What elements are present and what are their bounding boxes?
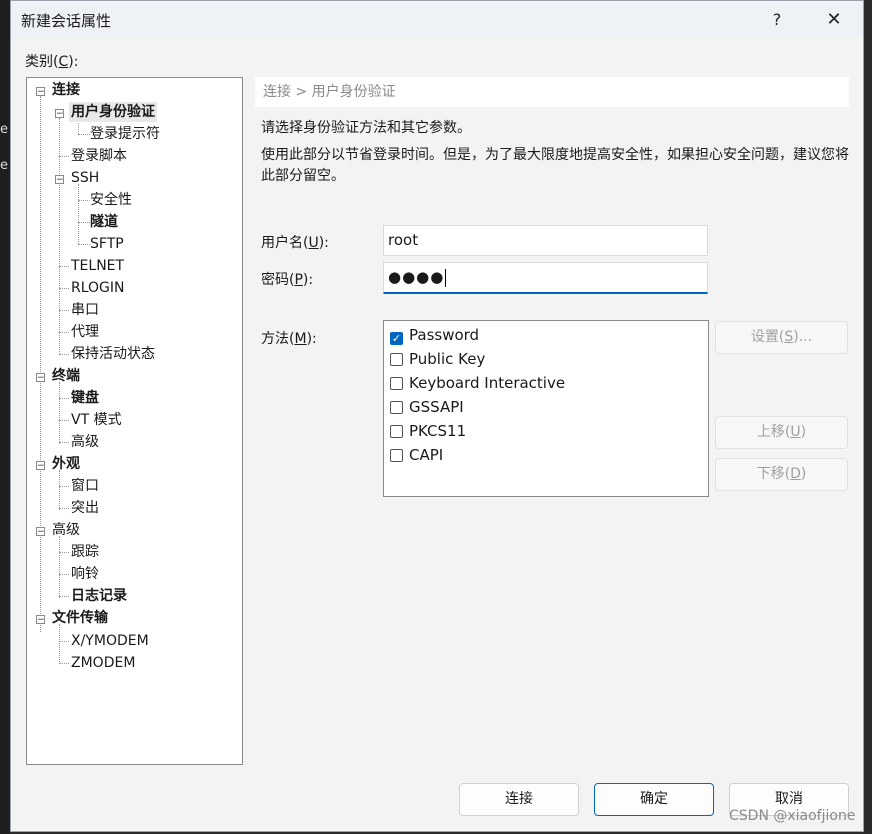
tree-item-keepalive[interactable]: 保持活动状态 xyxy=(71,344,155,364)
tree-item-window[interactable]: 窗口 xyxy=(71,476,99,496)
tree-line xyxy=(59,118,60,354)
tree-item-advanced[interactable]: 高级 xyxy=(52,520,80,540)
tree-line xyxy=(40,96,41,632)
tree-line xyxy=(59,470,60,510)
tree-line xyxy=(78,184,79,244)
tree-item-file-transfer[interactable]: 文件传输 xyxy=(52,608,108,628)
tree-item-login-prompt[interactable]: 登录提示符 xyxy=(90,124,160,144)
tree-line xyxy=(78,222,90,223)
tree-line xyxy=(59,442,69,443)
tree-item-appearance[interactable]: 外观 xyxy=(52,454,80,474)
method-item-pkcs11[interactable]: PKCS11 xyxy=(390,420,466,442)
tree-item-sftp[interactable]: SFTP xyxy=(90,234,124,254)
tree-line xyxy=(59,624,60,664)
ok-button[interactable]: 确定 xyxy=(594,783,714,816)
tree-item-ssh[interactable]: SSH xyxy=(71,168,99,188)
tree-line xyxy=(59,663,69,664)
window-title: 新建会话属性 xyxy=(21,12,112,30)
tree-item-bell[interactable]: 响铃 xyxy=(71,564,99,584)
collapse-icon[interactable]: − xyxy=(55,109,64,119)
tree-line xyxy=(59,288,69,289)
checkbox-icon[interactable] xyxy=(390,425,403,438)
tree-line xyxy=(59,552,69,553)
tree-line xyxy=(59,332,69,333)
text-caret xyxy=(445,268,447,287)
tree-line xyxy=(59,486,69,487)
category-label: 类别(C): xyxy=(25,54,79,70)
username-field[interactable]: root xyxy=(383,225,708,256)
title-bar: 新建会话属性 ? ✕ xyxy=(11,1,863,37)
tree-item-terminal[interactable]: 终端 xyxy=(52,366,80,386)
tree-line xyxy=(59,310,69,311)
checkbox-icon[interactable] xyxy=(390,449,403,462)
password-label: 密码(P): xyxy=(261,272,314,288)
tree-item-rlogin[interactable]: RLOGIN xyxy=(71,278,125,298)
tree-line xyxy=(59,508,69,509)
username-label: 用户名(U): xyxy=(261,235,329,251)
close-button[interactable]: ✕ xyxy=(814,7,854,33)
tree-item-logging[interactable]: 日志记录 xyxy=(71,586,127,606)
method-item-keyboard-interactive[interactable]: Keyboard Interactive xyxy=(390,372,565,394)
description-line-1: 请选择身份验证方法和其它参数。 xyxy=(261,120,471,136)
tree-item-trace[interactable]: 跟踪 xyxy=(71,542,99,562)
tree-line xyxy=(59,641,69,642)
checkbox-icon[interactable] xyxy=(390,353,403,366)
checkbox-checked-icon[interactable]: ✓ xyxy=(390,332,403,345)
method-item-gssapi[interactable]: GSSAPI xyxy=(390,396,464,418)
password-field[interactable]: ●●●● xyxy=(383,262,708,294)
tree-line xyxy=(59,574,69,575)
tree-item-login-script[interactable]: 登录脚本 xyxy=(71,146,127,166)
tree-item-user-auth[interactable]: 用户身份验证 xyxy=(69,102,157,122)
help-button[interactable]: ? xyxy=(757,7,797,33)
tree-line xyxy=(59,156,69,157)
auth-method-list[interactable]: ✓ Password Public Key Keyboard Interactiv… xyxy=(383,320,709,497)
tree-item-zmodem[interactable]: ZMODEM xyxy=(71,653,135,673)
tree-item-proxy[interactable]: 代理 xyxy=(71,322,99,342)
tree-item-highlight[interactable]: 突出 xyxy=(71,498,99,518)
collapse-icon[interactable]: − xyxy=(36,461,45,471)
tree-item-connection[interactable]: 连接 xyxy=(52,80,80,100)
background-text: e xyxy=(0,158,8,173)
tree-line xyxy=(78,200,90,201)
collapse-icon[interactable]: − xyxy=(36,615,45,625)
tree-line xyxy=(59,354,69,355)
description-line-2: 使用此部分以节省登录时间。但是，为了最大限度地提高安全性，如果担心安全问题，建议… xyxy=(261,147,849,184)
method-item-public-key[interactable]: Public Key xyxy=(390,348,485,370)
tree-item-serial[interactable]: 串口 xyxy=(71,300,99,320)
method-item-capi[interactable]: CAPI xyxy=(390,444,443,466)
collapse-icon[interactable]: − xyxy=(55,175,64,185)
checkbox-icon[interactable] xyxy=(390,401,403,414)
settings-button[interactable]: 设置(S)... xyxy=(715,321,848,354)
tree-item-security[interactable]: 安全性 xyxy=(90,190,132,210)
tree-line xyxy=(59,266,69,267)
session-properties-dialog: 新建会话属性 ? ✕ 类别(C): − 连接 − 用户身份验证 登录提示符 登录… xyxy=(10,0,864,832)
connect-button[interactable]: 连接 xyxy=(459,783,579,816)
tree-item-keyboard[interactable]: 键盘 xyxy=(71,388,99,408)
tree-item-terminal-advanced[interactable]: 高级 xyxy=(71,432,99,452)
tree-line xyxy=(59,536,60,598)
tree-item-telnet[interactable]: TELNET xyxy=(71,256,124,276)
tree-line xyxy=(59,420,69,421)
checkbox-icon[interactable] xyxy=(390,377,403,390)
tree-item-xymodem[interactable]: X/YMODEM xyxy=(71,631,149,651)
collapse-icon[interactable]: − xyxy=(36,87,45,97)
tree-line xyxy=(59,596,69,597)
method-item-password[interactable]: ✓ Password xyxy=(390,324,479,346)
tree-line xyxy=(59,398,69,399)
background-window-strip: e e xyxy=(0,0,10,834)
breadcrumb: 连接 > 用户身份验证 xyxy=(255,77,849,107)
tree-item-vt-mode[interactable]: VT 模式 xyxy=(71,410,122,430)
move-up-button[interactable]: 上移(U) xyxy=(715,416,848,449)
method-label: 方法(M): xyxy=(261,331,317,347)
tree-line xyxy=(78,244,90,245)
move-down-button[interactable]: 下移(D) xyxy=(715,458,848,491)
tree-line xyxy=(78,134,90,135)
watermark: CSDN @xiaofjione xyxy=(729,808,856,824)
tree-item-tunnel[interactable]: 隧道 xyxy=(90,212,118,232)
background-text: e xyxy=(0,122,8,137)
collapse-icon[interactable]: − xyxy=(36,527,45,537)
collapse-icon[interactable]: − xyxy=(36,373,45,383)
tree-line xyxy=(59,382,60,444)
category-tree[interactable]: − 连接 − 用户身份验证 登录提示符 登录脚本 − SSH 安全性 隧道 SF… xyxy=(26,77,243,765)
